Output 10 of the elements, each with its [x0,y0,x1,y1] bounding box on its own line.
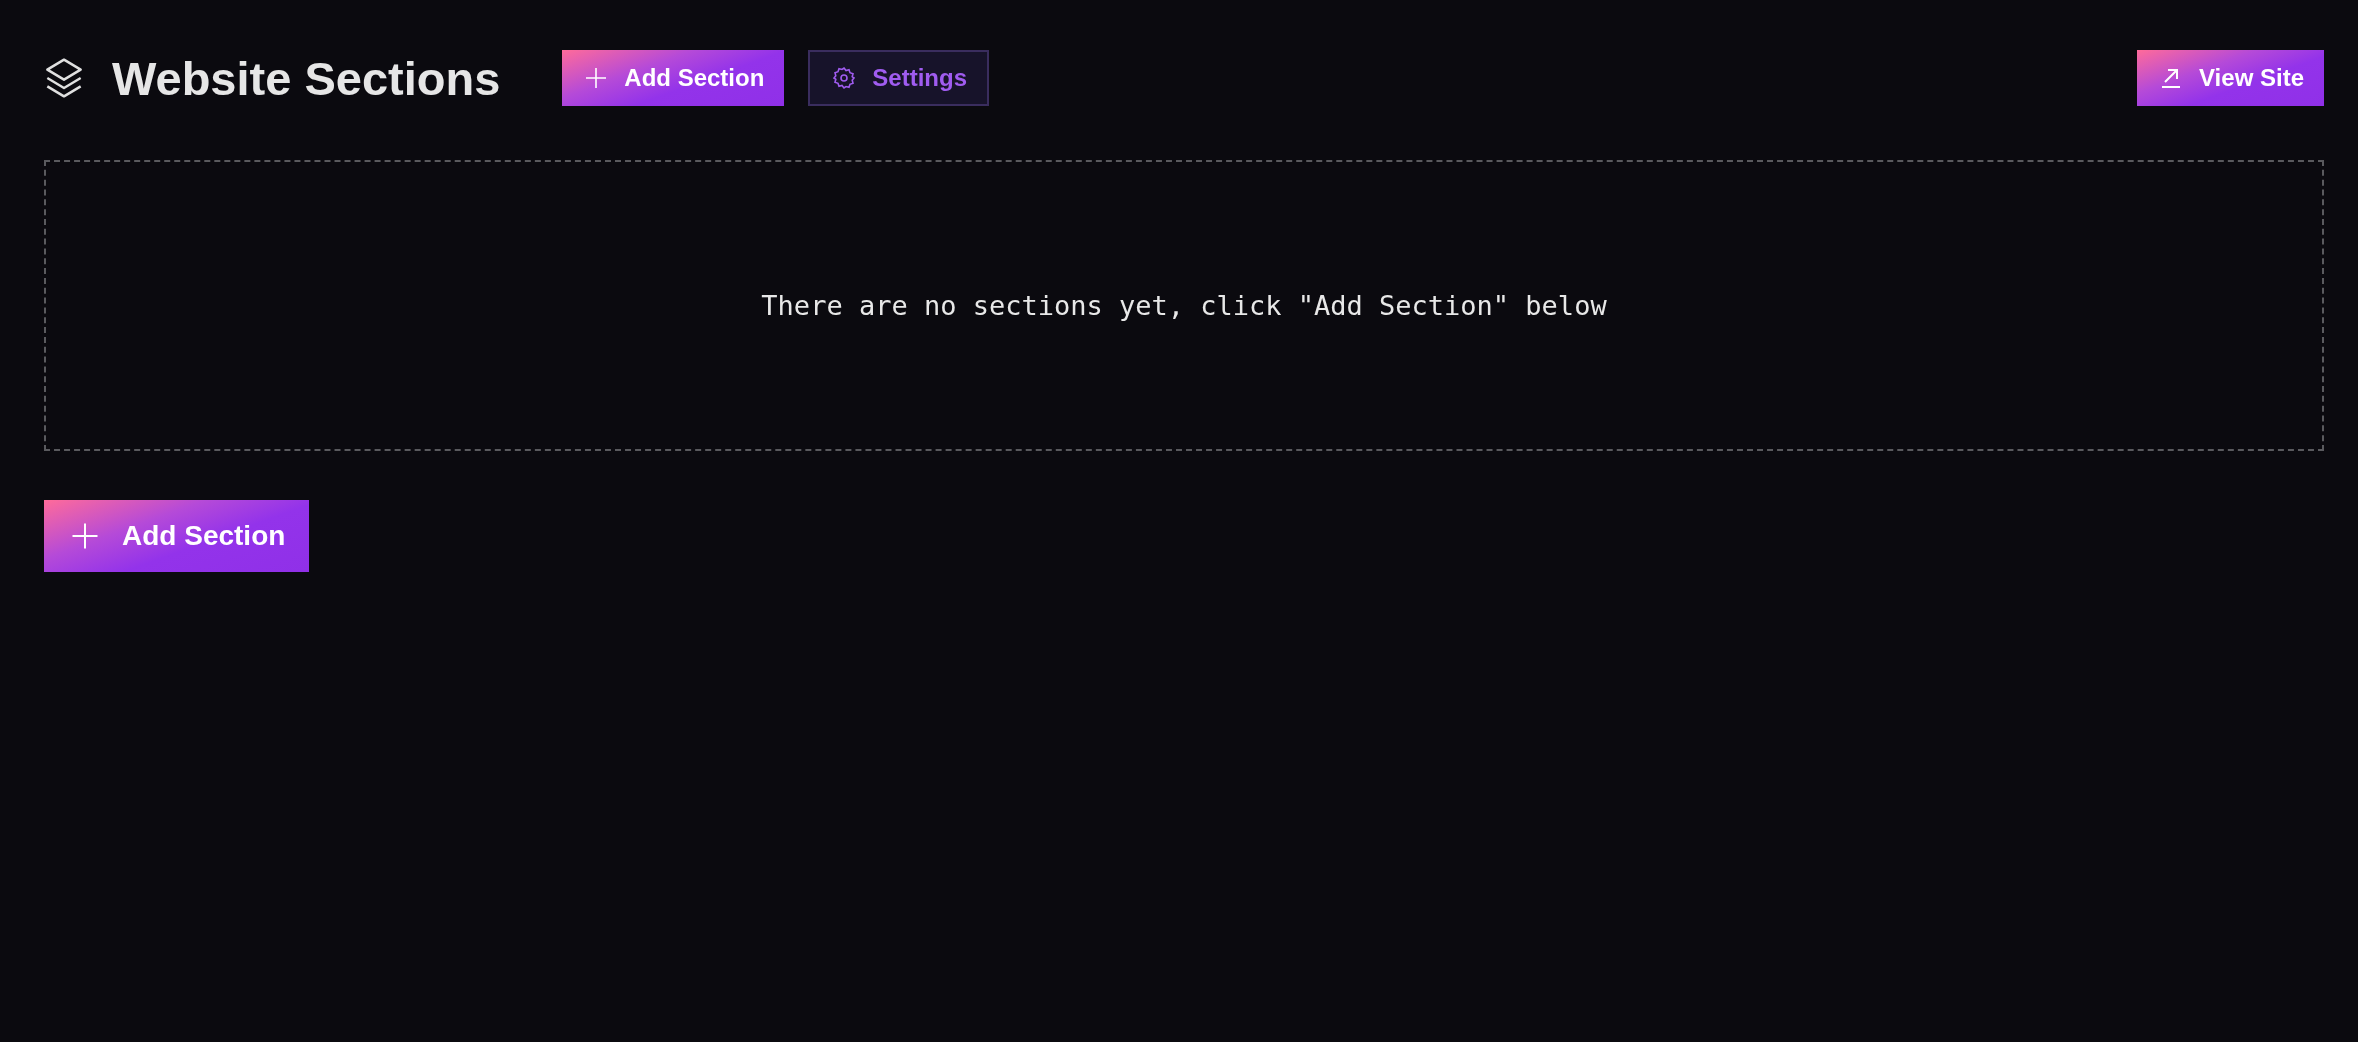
plus-icon [584,66,609,90]
empty-message: There are no sections yet, click "Add Section" below [761,290,1607,321]
settings-icon [832,66,857,90]
view-site-button[interactable]: View Site [2137,50,2324,106]
layers-icon [44,56,84,100]
settings-button[interactable]: Settings [808,50,989,106]
plus-icon [70,521,100,551]
page-title: Website Sections [112,50,501,106]
add-section-button[interactable]: Add Section [562,50,785,106]
add-section-button[interactable]: Add Section [44,500,310,572]
